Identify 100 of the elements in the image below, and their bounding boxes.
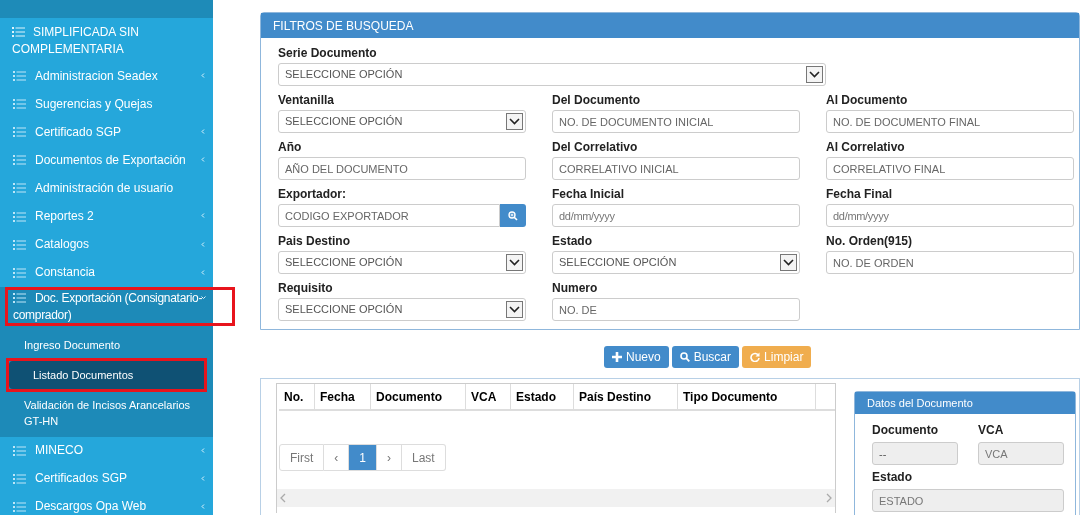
sidebar-item[interactable]: Constancia [0,258,213,287]
list-icon [13,292,26,303]
chevron-left-icon [201,475,205,481]
column-header: VCA [466,384,511,410]
chevron-left-icon [201,157,205,163]
input-field[interactable]: AÑO DEL DOCUMENTO [278,157,526,180]
panel-title: FILTROS DE BUSQUEDA [261,13,1079,38]
select-field[interactable]: SELECCIONE OPCIÓN [278,251,526,274]
list-icon [13,267,26,278]
field-label: Documento [872,422,939,440]
submenu-item[interactable]: Validación de Incisos Arancelarios GT-HN [0,390,213,435]
list-icon [12,27,25,37]
field-label: Del Documento [552,92,641,109]
list-icon [13,127,26,138]
dropdown-caret[interactable] [806,66,823,83]
column-header: País Destino [574,384,678,410]
submenu-item[interactable]: Listado Documentos [9,360,204,389]
search-icon [679,352,690,363]
sidebar-item[interactable]: Administracion Seadex [0,62,213,91]
field-label: Ventanilla [278,92,336,109]
select-field[interactable]: SELECCIONE OPCIÓN [278,298,526,321]
select-field[interactable]: SELECCIONE OPCIÓN [552,251,800,274]
plus-icon [612,352,622,363]
sidebar-item[interactable]: Sugerencias y Quejas [0,90,213,119]
column-header: Documento [371,384,466,410]
field-label: Estado [552,233,593,250]
select-field[interactable]: SELECCIONE OPCIÓN [278,110,526,133]
chevron-left-icon [201,503,205,509]
dropdown-caret[interactable] [506,113,523,130]
chevron-left-icon [201,213,205,219]
field-label: Pais Destino [278,233,352,250]
select-field[interactable]: SELECCIONE OPCIÓN [278,63,826,86]
list-icon [13,239,26,250]
column-header: Estado [511,384,574,410]
sidebar-item[interactable]: Descargos Opa Web [0,492,213,515]
field-label: No. Orden(915) [826,233,913,250]
column-header: Fecha [315,384,371,410]
panel-title: Datos del Documento [855,392,1075,415]
field-label: Año [278,139,303,156]
search-button[interactable]: Buscar [671,346,740,369]
field-label: VCA [978,422,1005,440]
chevron-down-icon [509,306,520,313]
input-field[interactable]: CORRELATIVO FINAL [826,157,1074,180]
sidebar-item[interactable]: Documentos de Exportación [0,146,213,175]
input-field[interactable]: NO. DE DOCUMENTO INICIAL [552,110,800,133]
chevron-down-icon [809,71,820,78]
dropdown-caret[interactable] [506,301,523,318]
date-field[interactable]: dd/mm/yyyy [826,204,1074,227]
list-icon [13,71,26,82]
list-icon [13,502,26,512]
field-label: Del Correlativo [552,139,639,156]
refresh-icon [750,352,761,363]
chevron-down-icon [509,259,520,266]
zoom-in-icon [508,210,518,221]
sidebar-item[interactable]: SIMPLIFICADA SIN COMPLEMENTARIA [0,18,213,62]
sidebar-item[interactable]: Catalogos [0,230,213,259]
field-label: Al Correlativo [826,139,906,156]
submenu-item[interactable]: Ingreso Documento [0,330,213,359]
input-field[interactable]: CORRELATIVO INICIAL [552,157,800,180]
field-label: Serie Documento [278,45,378,62]
column-header: No. [279,384,315,410]
dropdown-caret[interactable] [780,254,797,271]
sidebar-item[interactable]: Certificados SGP [0,464,213,493]
list-icon [13,211,26,222]
field-label: Exportador: [278,186,347,203]
chevron-down-icon [201,295,206,300]
field-label: Al Documento [826,92,909,109]
search-button[interactable] [500,204,526,227]
date-field[interactable]: dd/mm/yyyy [552,204,800,227]
page-link[interactable]: Last [402,444,446,472]
input-field[interactable]: NO. DE ORDEN [826,251,1074,274]
field-label: Requisito [278,280,334,297]
new-button[interactable]: Nuevo [604,346,669,369]
chevron-left-icon [201,269,205,275]
clear-button[interactable]: Limpiar [742,346,812,369]
field-label: Numero [552,280,599,297]
sidebar-item[interactable]: Reportes 2 [0,202,213,231]
list-icon [13,155,26,166]
chevron-down-icon [509,118,520,125]
list-icon [13,445,26,456]
chevron-left-icon [201,447,205,453]
page-link[interactable]: ‹ [324,444,350,472]
page-link[interactable]: 1 [349,444,377,472]
field-label: Fecha Final [826,186,894,203]
sidebar-item[interactable]: Administración de usuario [0,174,213,203]
input-field[interactable]: NO. DE [552,298,800,321]
field-label: Estado [872,469,913,487]
column-header: Tipo Documento [678,384,816,410]
list-icon [13,473,26,484]
chevron-left-icon [201,129,205,135]
list-icon [13,183,26,194]
sidebar-item[interactable]: MINECO [0,436,213,465]
page-link[interactable]: › [377,444,402,472]
page-link[interactable]: First [279,444,325,472]
chevron-left-icon [201,241,205,247]
chevron-left-icon [201,73,205,78]
sidebar-item[interactable]: Certificado SGP [0,118,213,147]
dropdown-caret[interactable] [506,254,523,271]
input-field[interactable]: NO. DE DOCUMENTO FINAL [826,110,1074,133]
input-field[interactable]: CODIGO EXPORTADOR [278,204,500,227]
